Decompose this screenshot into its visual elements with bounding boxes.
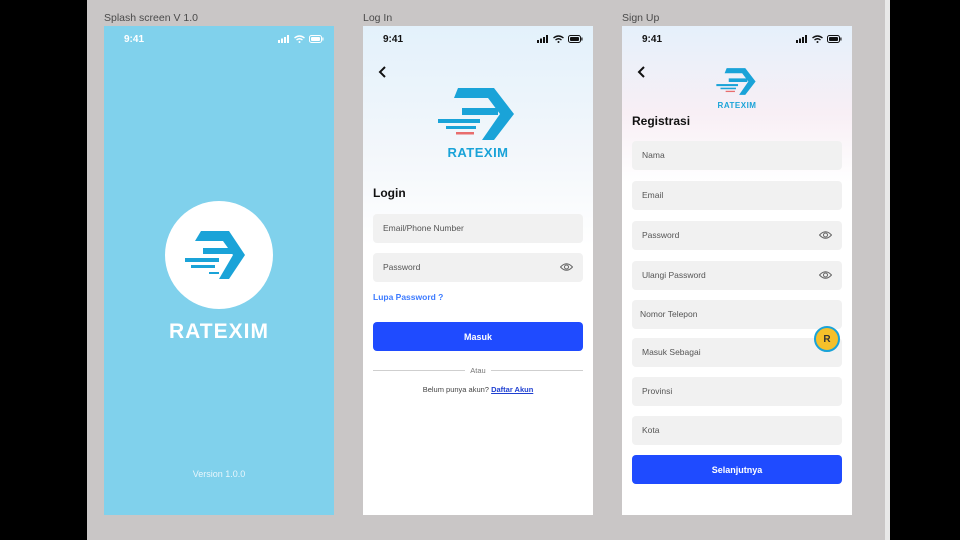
signal-icon (278, 35, 289, 43)
email-placeholder: Email/Phone Number (383, 223, 464, 233)
battery-icon (309, 35, 324, 43)
divider-right (491, 370, 583, 371)
forgot-password-link[interactable]: Lupa Password ? (373, 292, 443, 302)
no-account-text: Belum punya akun? (422, 385, 489, 394)
password-field[interactable]: Password (373, 253, 583, 282)
collaborator-cursor-badge: R (814, 326, 840, 352)
status-icons (796, 35, 842, 43)
confirm-password-field[interactable]: Ulangi Password (632, 261, 842, 290)
login-screen: 9:41 RATEXIM Login Email/Phone Number Pa… (363, 26, 593, 515)
name-placeholder: Nama (642, 150, 665, 160)
ratexim-logo-icon (716, 68, 756, 95)
signup-title: Registrasi (632, 114, 691, 128)
wifi-icon (812, 35, 823, 43)
status-icons (537, 35, 583, 43)
register-prompt: Belum punya akun? Daftar Akun (363, 385, 593, 394)
phone-field[interactable]: Nomor Telepon (632, 300, 842, 329)
province-field[interactable]: Provinsi (632, 377, 842, 406)
canvas-edge (885, 0, 890, 540)
city-field[interactable]: Kota (632, 416, 842, 445)
role-placeholder: Masuk Sebagai (642, 347, 701, 357)
email-placeholder: Email (642, 190, 664, 200)
splash-screen: 9:41 RATEXIM Version 1.0.0 (104, 26, 334, 515)
brand-name: RATEXIM (447, 145, 509, 160)
wifi-icon (553, 35, 564, 43)
battery-icon (568, 35, 583, 43)
back-arrow-icon[interactable] (634, 64, 650, 80)
status-time: 9:41 (383, 34, 404, 45)
email-field[interactable]: Email/Phone Number (373, 214, 583, 243)
next-button[interactable]: Selanjutnya (632, 455, 842, 484)
name-field[interactable]: Nama (632, 141, 842, 170)
eye-icon[interactable] (819, 230, 832, 240)
status-icons (278, 35, 324, 43)
wifi-icon (294, 35, 305, 43)
app-version: Version 1.0.0 (192, 469, 246, 479)
role-select[interactable]: Masuk Sebagai (632, 338, 842, 367)
logo-circle (165, 201, 273, 309)
register-link[interactable]: Daftar Akun (491, 385, 533, 394)
password-placeholder: Password (383, 262, 421, 272)
brand-name: RATEXIM (717, 101, 757, 110)
email-field[interactable]: Email (632, 181, 842, 210)
brand-name: RATEXIM (169, 320, 269, 343)
province-placeholder: Provinsi (642, 386, 673, 396)
ratexim-logo-icon (438, 88, 514, 140)
eye-icon[interactable] (819, 270, 832, 280)
password-field[interactable]: Password (632, 221, 842, 250)
login-title: Login (373, 186, 406, 200)
phone-placeholder: Nomor Telepon (640, 309, 698, 319)
frame-label-signup: Sign Up (622, 12, 660, 24)
back-arrow-icon[interactable] (375, 64, 391, 80)
battery-icon (827, 35, 842, 43)
status-time: 9:41 (642, 34, 663, 45)
ratexim-logo-icon (185, 231, 245, 279)
status-bar: 9:41 (104, 26, 334, 54)
eye-icon[interactable] (560, 262, 573, 272)
password-placeholder: Password (642, 230, 680, 240)
signal-icon (537, 35, 548, 43)
login-button[interactable]: Masuk (373, 322, 583, 351)
frame-label-splash: Splash screen V 1.0 (104, 12, 198, 24)
frame-label-login: Log In (363, 12, 393, 24)
status-time: 9:41 (124, 34, 145, 45)
confirm-password-placeholder: Ulangi Password (642, 270, 706, 280)
signup-screen: 9:41 RATEXIM Registrasi Nama Email Passw… (622, 26, 852, 515)
city-placeholder: Kota (642, 425, 660, 435)
status-bar: 9:41 (622, 26, 852, 54)
signal-icon (796, 35, 807, 43)
status-bar: 9:41 (363, 26, 593, 54)
